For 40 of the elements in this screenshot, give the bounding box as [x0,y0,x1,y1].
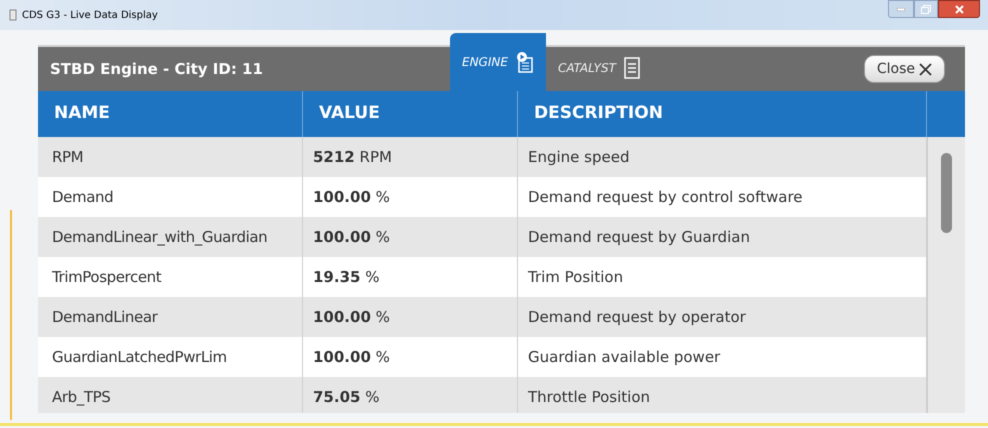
table-cell-text: 100.00 % [313,226,390,248]
table-cell-text: TrimPospercent [52,266,162,288]
app-icon [8,9,18,21]
column-header: DESCRIPTION [534,102,663,126]
table-cell-text: Demand request by Guardian [528,226,750,248]
document-icon [624,57,640,79]
minimize-button[interactable] [888,0,914,18]
column-header: NAME [54,102,110,126]
table-cell-text: Demand request by control software [528,186,803,208]
table-cell-text: GuardianLatchedPwrLim [52,346,227,368]
table-cell-text: Trim Position [528,266,624,288]
column-header: VALUE [319,102,380,126]
scrollbar-thumb[interactable] [941,153,952,233]
table-cell-text: 19.35 % [313,266,380,288]
panel-title: STBD Engine - City ID: 11 [50,58,264,80]
table-cell-text: Demand request by operator [528,306,746,328]
table-cell-text: Throttle Position [528,386,650,408]
table-cell-text: DemandLinear_with_Guardian [52,226,268,248]
close-icon [954,4,964,14]
close-button[interactable]: Close [864,55,945,83]
table-cell-text: 100.00 % [313,306,390,328]
table-cell-text: RPM [52,146,84,168]
table-cell-text: 5212 RPM [313,146,392,168]
table-cell-text: Arb_TPS [52,386,110,408]
table-cell-text: Engine speed [528,146,630,168]
table-cell-text: 75.05 % [313,386,380,408]
window-title: CDS G3 - Live Data Display [22,8,158,22]
table-cell-text: DemandLinear [52,306,158,328]
close-icon [919,62,932,76]
restore-icon [921,4,931,14]
tab[interactable]: CATALYST [546,45,652,91]
tab[interactable]: ENGINE [450,33,546,91]
close-button[interactable] [938,0,980,18]
table-cell-text: Guardian available power [528,346,720,368]
table-cell-text: Demand [52,186,114,208]
document-play-icon [516,51,534,73]
minimize-icon [897,8,905,10]
table-cell-text: 100.00 % [313,346,390,368]
table-cell-text: 100.00 % [313,186,390,208]
maximize-button[interactable] [914,0,938,18]
